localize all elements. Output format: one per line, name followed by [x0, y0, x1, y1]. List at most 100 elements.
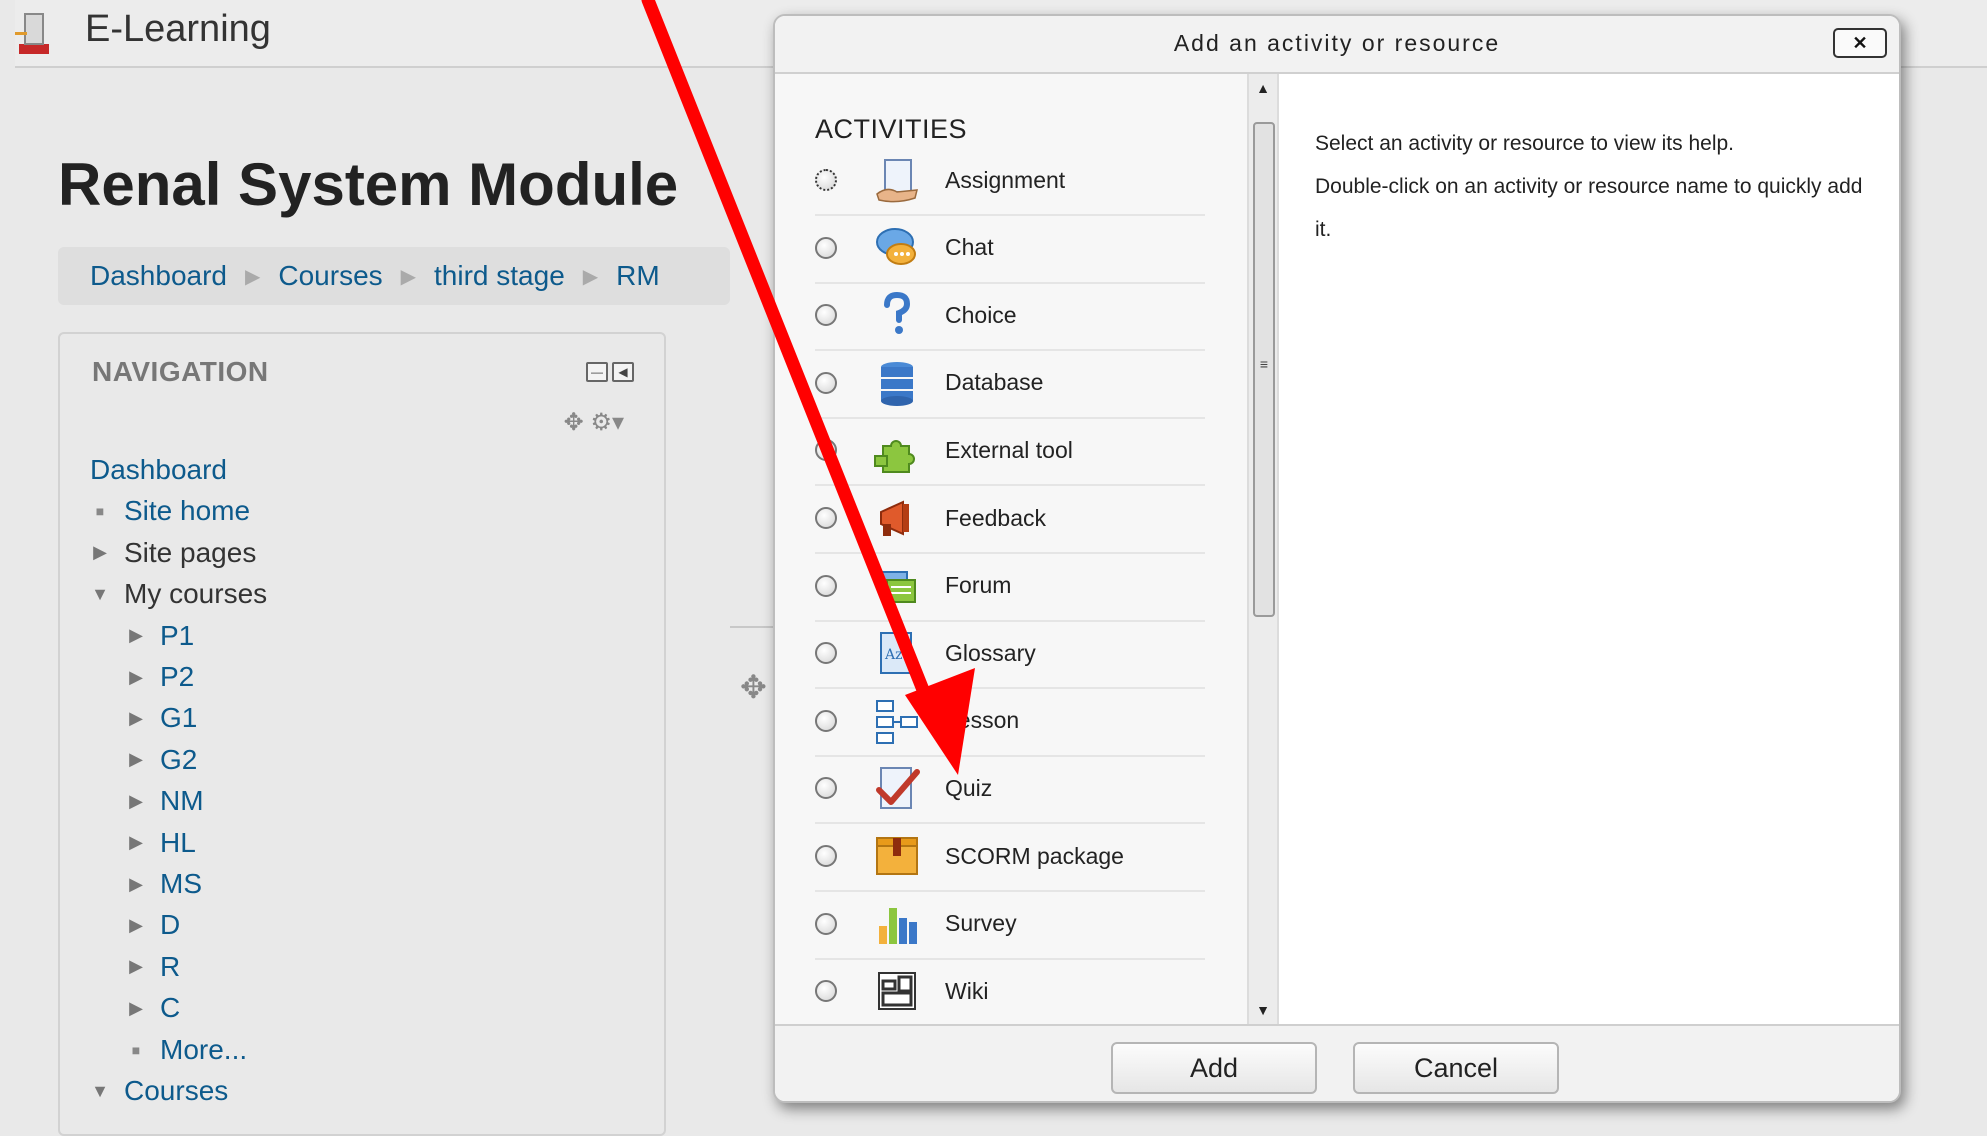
expand-right-icon[interactable]: ▶	[126, 667, 146, 688]
activity-option[interactable]: Wiki	[815, 957, 1205, 1024]
nav-item[interactable]: ▶ P2	[126, 661, 194, 693]
activity-option[interactable]: External tool	[815, 416, 1205, 487]
scroll-up-arrow-icon[interactable]: ▲	[1249, 80, 1277, 96]
add-button[interactable]: Add	[1111, 1042, 1317, 1094]
activity-option[interactable]: SCORM package	[815, 822, 1205, 892]
nav-item[interactable]: ▶ G1	[126, 702, 197, 734]
nav-item-label[interactable]: More...	[160, 1034, 247, 1066]
activity-option[interactable]: Quiz	[815, 754, 1205, 825]
activity-option[interactable]: Chat	[815, 214, 1205, 284]
nav-item-label[interactable]: R	[160, 951, 180, 983]
activity-label[interactable]: Glossary	[945, 640, 1036, 667]
nav-item-label[interactable]: C	[160, 992, 180, 1024]
gear-icon[interactable]: ⚙▾	[590, 409, 624, 436]
expand-down-icon[interactable]: ▼	[90, 1081, 110, 1102]
cancel-button[interactable]: Cancel	[1353, 1042, 1559, 1094]
activity-radio[interactable]	[815, 371, 837, 394]
nav-item-label[interactable]: D	[160, 909, 180, 941]
activity-label[interactable]: Chat	[945, 234, 994, 261]
activity-radio[interactable]	[815, 777, 837, 800]
move-icon[interactable]: ✥	[740, 668, 767, 706]
activity-radio[interactable]	[815, 980, 837, 1003]
activity-option[interactable]: Choice	[815, 281, 1205, 352]
breadcrumb-rm[interactable]: RM	[616, 260, 660, 292]
expand-right-icon[interactable]: ▶	[126, 708, 146, 729]
activity-option[interactable]: Feedback	[815, 484, 1205, 554]
minimize-block-icon[interactable]: —	[586, 362, 608, 382]
breadcrumb-dashboard[interactable]: Dashboard	[90, 260, 227, 292]
activity-radio[interactable]	[815, 642, 837, 665]
nav-item[interactable]: ▼ Courses	[90, 1075, 228, 1107]
dock-block-icon[interactable]: ◀	[612, 362, 634, 382]
nav-item-label[interactable]: NM	[160, 785, 204, 817]
options-scrollbar[interactable]: ▲ ≡ ▼	[1247, 74, 1279, 1024]
nav-item-label[interactable]: My courses	[124, 578, 267, 610]
expand-right-icon[interactable]: ▶	[126, 998, 146, 1019]
nav-item-label[interactable]: Site home	[124, 495, 250, 527]
activity-option[interactable]: Lesson	[815, 687, 1205, 757]
activity-radio[interactable]	[815, 709, 837, 732]
scroll-thumb[interactable]: ≡	[1253, 122, 1275, 617]
move-block-icon[interactable]: ✥	[564, 409, 584, 436]
activity-option[interactable]: Survey	[815, 890, 1205, 960]
nav-item-label[interactable]: G2	[160, 744, 197, 776]
nav-item-label[interactable]: HL	[160, 827, 196, 859]
nav-item-label[interactable]: G1	[160, 702, 197, 734]
nav-item[interactable]: ▶ G2	[126, 744, 197, 776]
breadcrumb-courses[interactable]: Courses	[278, 260, 382, 292]
nav-item[interactable]: ▶ C	[126, 992, 180, 1024]
nav-item-label[interactable]: P2	[160, 661, 194, 693]
activity-label[interactable]: Database	[945, 369, 1043, 396]
activity-radio[interactable]	[815, 304, 837, 327]
activity-option[interactable]: Forum	[815, 552, 1205, 622]
activity-label[interactable]: Feedback	[945, 505, 1046, 532]
nav-item-label[interactable]: Site pages	[124, 537, 256, 569]
expand-right-icon[interactable]: ▶	[126, 874, 146, 895]
activity-option[interactable]: Database	[815, 349, 1205, 419]
activity-radio[interactable]	[815, 574, 837, 597]
expand-right-icon[interactable]: ▶	[126, 832, 146, 853]
nav-item[interactable]: Dashboard	[90, 454, 227, 486]
nav-item-label[interactable]: Courses	[124, 1075, 228, 1107]
nav-item[interactable]: ▶ P1	[126, 620, 194, 652]
nav-item-label[interactable]: P1	[160, 620, 194, 652]
nav-item-label[interactable]: MS	[160, 868, 202, 900]
nav-item[interactable]: ▶ R	[126, 951, 180, 983]
activity-label[interactable]: Forum	[945, 572, 1011, 599]
expand-right-icon[interactable]: ▶	[90, 542, 110, 563]
activity-option[interactable]: Assignment	[815, 146, 1205, 216]
activity-label[interactable]: Quiz	[945, 775, 992, 802]
activity-radio[interactable]	[815, 439, 837, 462]
activity-radio[interactable]	[815, 507, 837, 529]
activity-label[interactable]: Lesson	[945, 707, 1019, 734]
nav-item[interactable]: ▶ D	[126, 909, 180, 941]
expand-right-icon[interactable]: ▶	[126, 749, 146, 770]
activity-radio[interactable]	[815, 912, 837, 935]
expand-right-icon[interactable]: ▶	[126, 915, 146, 936]
activity-radio[interactable]	[815, 236, 837, 259]
expand-right-icon[interactable]: ▶	[126, 956, 146, 977]
activity-label[interactable]: External tool	[945, 437, 1073, 464]
nav-item[interactable]: ▶ Site pages	[90, 537, 256, 569]
activity-radio[interactable]	[815, 169, 837, 191]
activity-option[interactable]: Az Glossary	[815, 619, 1205, 690]
nav-item[interactable]: ▶ NM	[126, 785, 204, 817]
activity-label[interactable]: Survey	[945, 910, 1017, 937]
close-button[interactable]: ✕	[1833, 28, 1887, 58]
activity-label[interactable]: Choice	[945, 302, 1017, 329]
activity-label[interactable]: Assignment	[945, 167, 1065, 194]
activity-radio[interactable]	[815, 845, 837, 867]
nav-item[interactable]: ▼ My courses	[90, 578, 267, 610]
site-logo-icon[interactable]	[15, 8, 53, 60]
site-name[interactable]: E-Learning	[85, 8, 271, 51]
nav-item[interactable]: ▶ MS	[126, 868, 202, 900]
breadcrumb-third-stage[interactable]: third stage	[434, 260, 565, 292]
expand-right-icon[interactable]: ▶	[126, 625, 146, 646]
expand-down-icon[interactable]: ▼	[90, 584, 110, 605]
nav-item[interactable]: ▶ HL	[126, 827, 196, 859]
nav-item[interactable]: ■ Site home	[90, 495, 250, 527]
activity-label[interactable]: Wiki	[945, 978, 988, 1005]
nav-item[interactable]: ■ More...	[126, 1034, 247, 1066]
activity-label[interactable]: SCORM package	[945, 843, 1124, 870]
scroll-down-arrow-icon[interactable]: ▼	[1249, 1002, 1277, 1018]
